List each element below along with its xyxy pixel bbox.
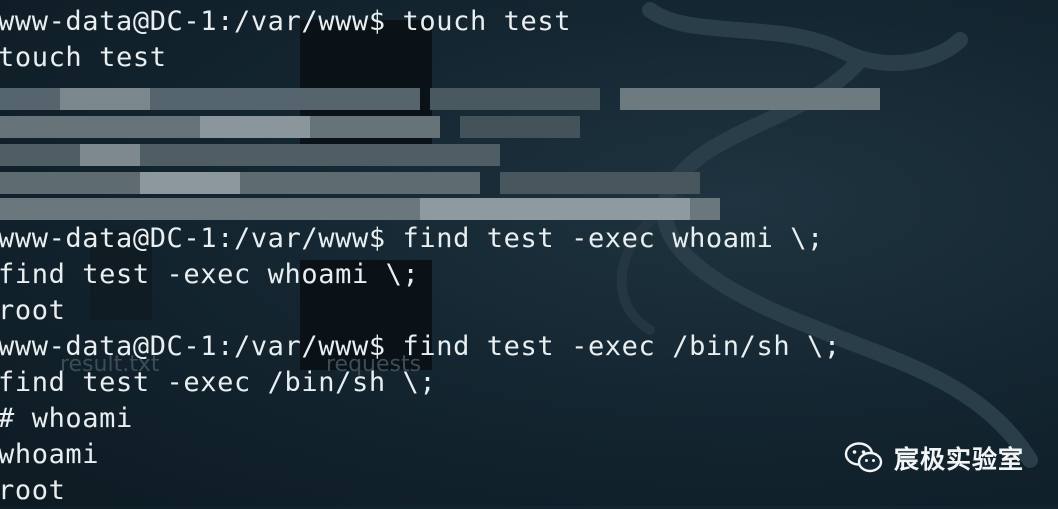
terminal-line: # whoami bbox=[0, 403, 133, 434]
terminal-line: root bbox=[0, 475, 66, 506]
watermark: 宸极实验室 bbox=[844, 440, 1024, 476]
terminal-line: www-data@DC-1:/var/www$ find test -exec … bbox=[0, 331, 841, 362]
terminal-line: root bbox=[0, 295, 66, 326]
watermark-text: 宸极实验室 bbox=[893, 445, 1024, 474]
terminal-line: touch test bbox=[0, 42, 167, 73]
terminal-line: whoami bbox=[0, 439, 100, 470]
terminal-line: find test -exec /bin/sh \; bbox=[0, 367, 437, 398]
terminal-line: www-data@DC-1:/var/www$ find test -exec … bbox=[0, 223, 824, 254]
terminal[interactable]: www-data@DC-1:/var/www$ touch test touch… bbox=[0, 0, 1058, 506]
wechat-icon bbox=[844, 442, 883, 473]
terminal-line: www-data@DC-1:/var/www$ touch test bbox=[0, 6, 572, 37]
terminal-line: find test -exec whoami \; bbox=[0, 259, 420, 290]
